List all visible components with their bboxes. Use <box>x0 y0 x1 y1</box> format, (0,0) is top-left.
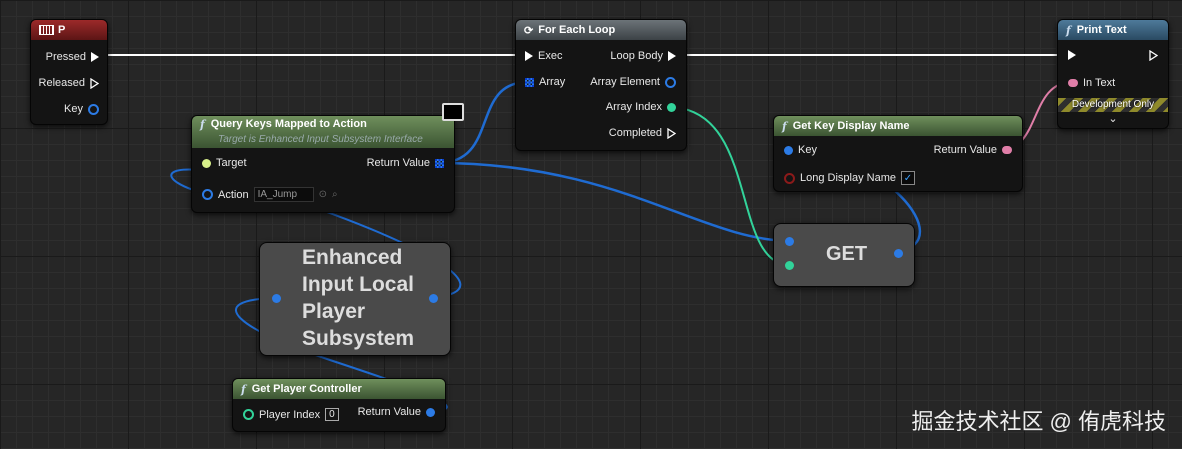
text-pin-icon <box>1068 79 1078 87</box>
player-index-pin[interactable]: Player Index 0 <box>243 408 339 421</box>
chevron-down-icon[interactable]: ⊙ <box>319 189 327 200</box>
struct-pin-icon <box>784 145 793 155</box>
function-icon: f <box>1066 23 1071 37</box>
exec-pin-hollow-icon <box>667 127 676 139</box>
loop-icon: ⟳ <box>524 24 534 37</box>
gpc-return-pin[interactable]: Return Value <box>358 406 435 418</box>
text-pin-icon <box>1002 146 1012 154</box>
function-icon: f <box>782 119 787 133</box>
watermark: 掘金技术社区 @ 侑虎科技 <box>911 409 1166 434</box>
completed-pin[interactable]: Completed <box>609 127 676 139</box>
object-pin-icon <box>202 189 213 200</box>
exec-pin-icon <box>91 52 99 62</box>
array-in-pin[interactable] <box>785 237 794 246</box>
return-value-pin[interactable]: Return Value <box>367 157 444 169</box>
key-pin[interactable]: Key <box>64 103 99 115</box>
in-text-pin[interactable]: In Text <box>1068 77 1115 89</box>
array-index-pin[interactable]: Array Index <box>606 101 676 113</box>
foreach-exec-pin[interactable]: Exec <box>525 50 562 62</box>
interface-pin-icon <box>202 158 211 168</box>
exec-pin-icon <box>668 51 676 61</box>
loop-body-pin[interactable]: Loop Body <box>610 50 676 62</box>
get-label: GET <box>826 243 868 265</box>
player-index-input[interactable]: 0 <box>325 408 339 421</box>
subsystem-node[interactable]: Enhanced Input Local Player Subsystem <box>259 242 451 356</box>
action-asset-combo[interactable]: IA_Jump <box>253 187 314 202</box>
foreach-array-pin[interactable]: Array <box>525 76 565 88</box>
target-pin[interactable]: Target <box>202 157 247 169</box>
monitor-icon <box>442 103 464 121</box>
int-pin-icon <box>243 409 254 420</box>
index-in-pin[interactable] <box>785 261 794 270</box>
exec-pin-icon <box>1068 50 1076 60</box>
int-pin-icon <box>667 102 676 112</box>
element-out-pin[interactable] <box>894 249 903 258</box>
pressed-pin[interactable]: Pressed <box>46 51 99 63</box>
dev-only-banner: Development Only <box>1058 98 1168 112</box>
gpc-header: f Get Player Controller <box>233 379 445 399</box>
long-display-pin[interactable]: Long Display Name ✓ <box>784 171 915 185</box>
array-grid-icon <box>435 158 444 168</box>
event-p-title: P <box>58 24 66 36</box>
subsystem-out-pin[interactable] <box>429 294 438 303</box>
expand-arrow-icon[interactable]: ⌄ <box>1058 112 1168 125</box>
search-icon[interactable]: ⌕ <box>332 189 338 200</box>
struct-pin-icon <box>88 103 99 115</box>
bool-pin-icon <box>784 172 795 184</box>
exec-pin-icon <box>525 51 533 61</box>
exec-pin-hollow-icon <box>90 77 99 89</box>
print-exec-out-pin[interactable] <box>1149 50 1158 61</box>
get-key-display-node[interactable]: f Get Key Display Name Key Return Value … <box>773 115 1023 192</box>
subsystem-label: Enhanced Input Local Player Subsystem <box>302 246 415 350</box>
query-keys-node[interactable]: f Query Keys Mapped to Action Target is … <box>191 115 455 213</box>
foreach-node[interactable]: ⟳ For Each Loop Exec Array Loop Body Arr… <box>515 19 687 151</box>
get-key-display-header: f Get Key Display Name <box>774 116 1022 136</box>
print-text-node[interactable]: f Print Text In Text Development Only ⌄ <box>1057 19 1169 129</box>
get-array-node[interactable]: GET <box>773 223 915 287</box>
subsystem-in-pin[interactable] <box>272 294 281 303</box>
get-player-controller-node[interactable]: f Get Player Controller Player Index 0 R… <box>232 378 446 432</box>
function-icon: f <box>200 118 205 131</box>
gkd-key-pin[interactable]: Key <box>784 144 817 156</box>
released-pin[interactable]: Released <box>39 77 99 89</box>
print-text-header: f Print Text <box>1058 20 1168 40</box>
print-exec-in-pin[interactable] <box>1068 50 1076 60</box>
function-icon: f <box>241 382 246 396</box>
gkd-return-pin[interactable]: Return Value <box>934 144 1012 156</box>
action-pin[interactable]: Action IA_Jump ⊙ ⌕ <box>202 187 338 202</box>
event-p-node[interactable]: P Pressed Released Key <box>30 19 108 125</box>
struct-pin-icon <box>665 76 676 88</box>
foreach-header: ⟳ For Each Loop <box>516 20 686 40</box>
array-element-pin[interactable]: Array Element <box>590 76 676 88</box>
long-display-checkbox[interactable]: ✓ <box>901 171 915 185</box>
keyboard-icon <box>39 25 54 35</box>
object-pin-icon <box>426 407 435 417</box>
event-p-header: P <box>31 20 107 40</box>
exec-pin-hollow-icon <box>1149 50 1158 61</box>
array-grid-icon <box>525 77 534 87</box>
query-keys-subtitle: Target is Enhanced Input Subsystem Inter… <box>218 134 423 145</box>
